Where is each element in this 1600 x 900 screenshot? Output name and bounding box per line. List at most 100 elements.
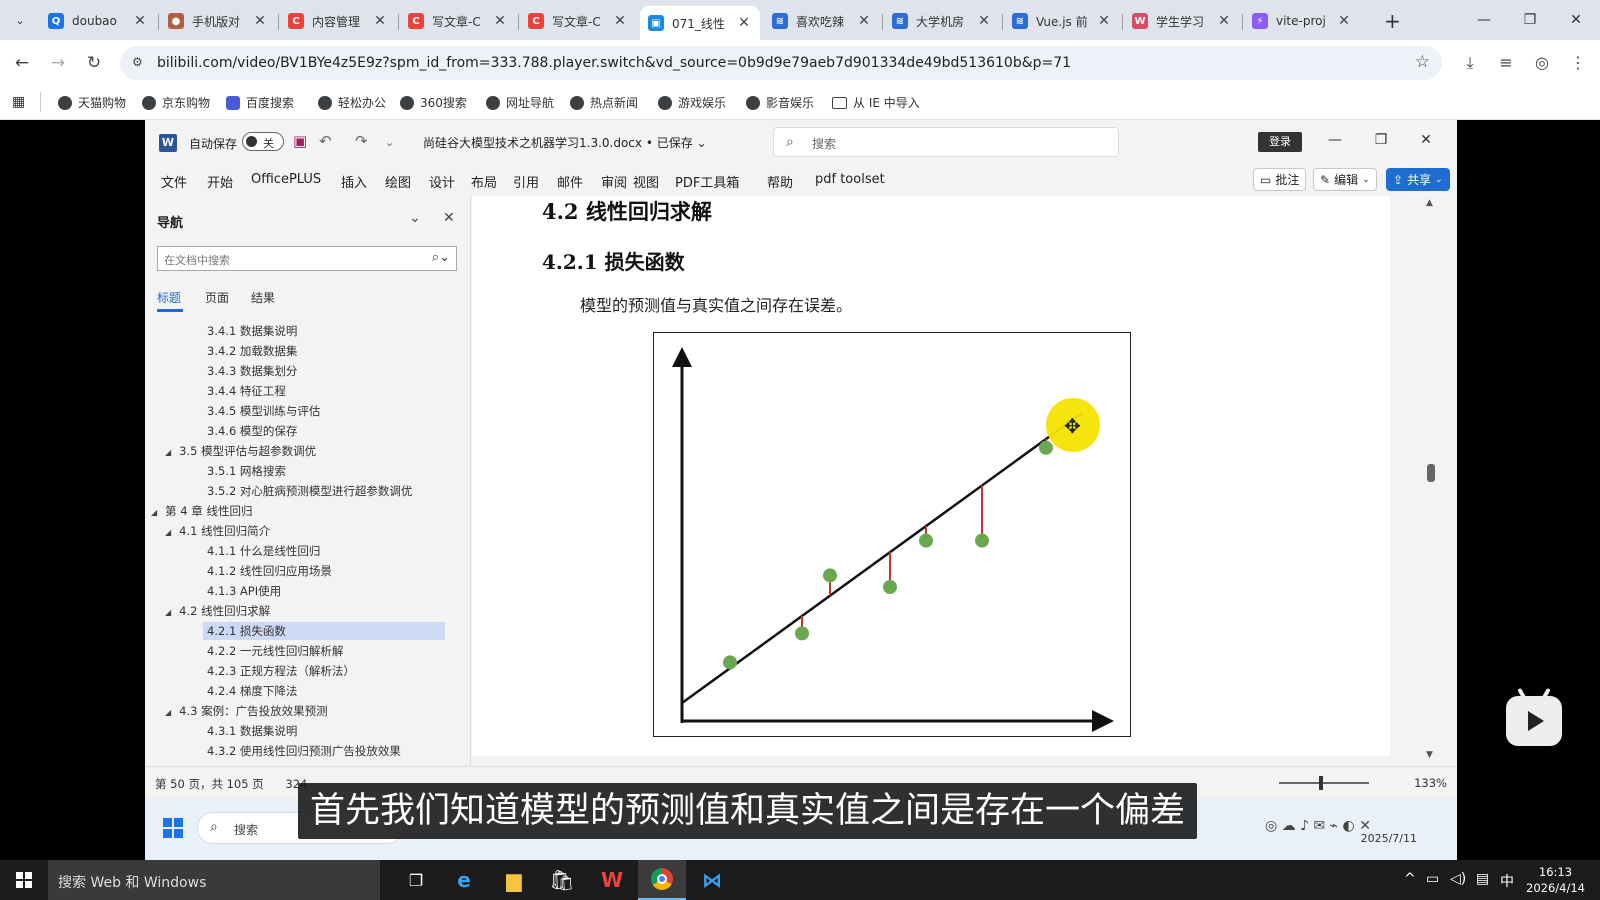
close-tab-icon[interactable]: ✕ bbox=[372, 13, 388, 29]
ribbon-tab[interactable]: 布局 bbox=[471, 172, 497, 191]
ribbon-tab[interactable]: 审阅 bbox=[601, 172, 627, 191]
browser-tab[interactable]: C 内容管理 ✕ bbox=[280, 6, 396, 36]
address-bar[interactable]: ⚙ bilibili.com/video/BV1BYe4z5E9z?spm_id… bbox=[120, 46, 1442, 80]
bookmark-item[interactable]: 轻松办公 bbox=[318, 94, 386, 111]
tab-search-button[interactable]: ⌄ bbox=[8, 8, 32, 32]
ribbon-tab[interactable]: 设计 bbox=[429, 172, 455, 191]
ribbon-tab[interactable]: 视图 bbox=[633, 172, 659, 191]
nav-options-chevron-icon[interactable]: ⌄ bbox=[409, 210, 421, 226]
customize-toolbar-icon[interactable]: ⌄ bbox=[385, 136, 394, 149]
toc-item[interactable]: ◢ 3.5 模型评估与超参数调优 bbox=[165, 442, 316, 460]
toc-item[interactable]: 3.5.2 对心脏病预测模型进行超参数调优 bbox=[207, 482, 412, 500]
toc-item[interactable]: 3.4.5 模型训练与评估 bbox=[207, 402, 320, 420]
scroll-down-icon[interactable]: ▼ bbox=[1426, 750, 1433, 760]
browser-tab[interactable]: C 写文章-C ✕ bbox=[520, 6, 636, 36]
bookmark-item[interactable]: 360搜索 bbox=[400, 94, 467, 111]
zoom-slider[interactable] bbox=[1279, 776, 1369, 790]
toc-item[interactable]: 4.1.1 什么是线性回归 bbox=[207, 542, 320, 560]
store-icon[interactable]: 🛍 bbox=[538, 860, 586, 900]
close-tab-icon[interactable]: ✕ bbox=[856, 13, 872, 29]
edit-mode-button[interactable]: ✎ 编辑 ⌄ bbox=[1313, 168, 1377, 191]
ribbon-tab[interactable]: 插入 bbox=[341, 172, 367, 191]
close-tab-icon[interactable]: ✕ bbox=[612, 13, 628, 29]
windows-start-icon[interactable] bbox=[163, 818, 183, 838]
bookmark-item[interactable]: 从 IE 中导入 bbox=[832, 94, 920, 111]
vertical-scrollbar[interactable]: ▲ ▼ bbox=[1423, 196, 1439, 766]
scroll-thumb[interactable] bbox=[1427, 464, 1435, 482]
toc-item[interactable]: 3.4.1 数据集说明 bbox=[207, 322, 297, 340]
toc-item[interactable]: 4.3.1 数据集说明 bbox=[207, 722, 297, 740]
ribbon-tab[interactable]: pdf toolset bbox=[815, 172, 885, 187]
word-search-box[interactable]: ⌕ 搜索 bbox=[773, 127, 1119, 157]
close-tab-icon[interactable]: ✕ bbox=[1216, 13, 1232, 29]
toc-item[interactable]: 3.4.4 特征工程 bbox=[207, 382, 286, 400]
windows-start-icon[interactable] bbox=[16, 872, 32, 888]
nav-close-icon[interactable]: ✕ bbox=[443, 210, 455, 226]
ribbon-tab[interactable]: 文件 bbox=[161, 172, 187, 191]
bookmark-item[interactable]: 天猫购物 bbox=[58, 94, 126, 111]
back-button[interactable]: ← bbox=[10, 51, 34, 75]
zoom-level[interactable]: 133% bbox=[1414, 776, 1447, 790]
nav-search-input[interactable]: 在文档中搜索 ⌕⌄ bbox=[157, 246, 457, 271]
wps-icon[interactable]: W bbox=[588, 860, 636, 900]
bookmark-item[interactable]: 热点新闻 bbox=[570, 94, 638, 111]
browser-tab[interactable]: W 学生学习 ✕ bbox=[1124, 6, 1240, 36]
toc-item[interactable]: 3.4.2 加载数据集 bbox=[207, 342, 297, 360]
close-tab-icon[interactable]: ✕ bbox=[252, 13, 268, 29]
browser-tab[interactable]: Qdoubao ✕ bbox=[40, 6, 156, 36]
browser-tab[interactable]: ≋ 喜欢吃辣 ✕ bbox=[764, 6, 880, 36]
toc-item[interactable]: 4.1.2 线性回归应用场景 bbox=[207, 562, 332, 580]
file-explorer-icon[interactable]: ▆ bbox=[490, 860, 538, 900]
toc-item[interactable]: ◢ 4.3 案例：广告投放效果预测 bbox=[165, 702, 328, 720]
new-tab-button[interactable]: + bbox=[1384, 9, 1401, 33]
apps-grid-icon[interactable]: ▦ bbox=[12, 94, 25, 110]
expand-arrow-icon[interactable]: ◢ bbox=[165, 528, 171, 537]
ribbon-tab[interactable]: 引用 bbox=[513, 172, 539, 191]
reload-button[interactable]: ↻ bbox=[82, 51, 106, 75]
ribbon-tab[interactable]: 绘图 bbox=[385, 172, 411, 191]
tab-headings[interactable]: 标题 bbox=[157, 289, 181, 306]
toc-item[interactable]: ◢ 4.1 线性回归简介 bbox=[165, 522, 270, 540]
toc-item[interactable]: 4.1.3 API使用 bbox=[207, 582, 281, 600]
taskbar-clock[interactable]: 16:13 2026/4/14 bbox=[1526, 864, 1585, 896]
toc-item[interactable]: 3.5.1 网格搜索 bbox=[207, 462, 286, 480]
toc-item[interactable]: 4.2.2 一元线性回归解析解 bbox=[207, 642, 343, 660]
close-window-button[interactable]: ✕ bbox=[1562, 8, 1590, 32]
download-icon[interactable]: ⤓ bbox=[1458, 51, 1482, 75]
forward-button[interactable]: → bbox=[46, 51, 70, 75]
ribbon-tab[interactable]: 帮助 bbox=[767, 172, 793, 191]
restore-button[interactable]: ❐ bbox=[1516, 8, 1544, 32]
edge-icon[interactable]: e bbox=[440, 860, 488, 900]
zoom-slider-knob[interactable] bbox=[1319, 776, 1323, 790]
expand-arrow-icon[interactable]: ◢ bbox=[165, 708, 171, 717]
tray-chevron-icon[interactable]: ^ bbox=[1404, 871, 1416, 887]
document-page[interactable]: 4.2 线性回归求解 4.2.1 损失函数 模型的预测值与真实值之间存在误差。 … bbox=[472, 196, 1390, 756]
close-tab-icon[interactable]: ✕ bbox=[1096, 13, 1112, 29]
close-tab-icon[interactable]: ✕ bbox=[1336, 13, 1352, 29]
expand-arrow-icon[interactable]: ◢ bbox=[151, 508, 157, 517]
browser-tab[interactable]: ● 手机版对 ✕ bbox=[160, 6, 276, 36]
toc-item[interactable]: 4.2.1 损失函数 bbox=[203, 622, 445, 640]
volume-icon[interactable]: ◁) bbox=[1450, 871, 1466, 887]
scroll-up-icon[interactable]: ▲ bbox=[1426, 198, 1433, 208]
toc-item[interactable]: ◢ 4.2 线性回归求解 bbox=[165, 602, 270, 620]
toc-item[interactable]: 4.2.4 梯度下降法 bbox=[207, 682, 297, 700]
toc-item[interactable]: 3.4.3 数据集划分 bbox=[207, 362, 297, 380]
expand-arrow-icon[interactable]: ◢ bbox=[165, 608, 171, 617]
network-icon[interactable]: ▭ bbox=[1426, 871, 1439, 887]
site-info-icon[interactable]: ⚙ bbox=[132, 55, 148, 71]
chrome-icon[interactable] bbox=[638, 860, 686, 900]
browser-tab[interactable]: ≋ 大学机房 ✕ bbox=[884, 6, 1000, 36]
browser-tab[interactable]: C 写文章-C ✕ bbox=[400, 6, 516, 36]
toc-item[interactable]: 4.2.3 正规方程法（解析法） bbox=[207, 662, 355, 680]
close-tab-icon[interactable]: ✕ bbox=[132, 13, 148, 29]
vscode-icon[interactable]: ⋈ bbox=[688, 860, 736, 900]
autosave-toggle[interactable]: 关 bbox=[242, 132, 284, 151]
close-tab-icon[interactable]: ✕ bbox=[492, 13, 508, 29]
tab-results[interactable]: 结果 bbox=[251, 289, 275, 306]
bookmark-item[interactable]: 影音娱乐 bbox=[746, 94, 814, 111]
bookmark-star-icon[interactable]: ☆ bbox=[1415, 52, 1430, 72]
login-button[interactable]: 登录 bbox=[1258, 132, 1302, 152]
toc-item[interactable]: 4.3.2 使用线性回归预测广告投放效果 bbox=[207, 742, 401, 760]
task-view-icon[interactable]: ❐ bbox=[392, 860, 440, 900]
